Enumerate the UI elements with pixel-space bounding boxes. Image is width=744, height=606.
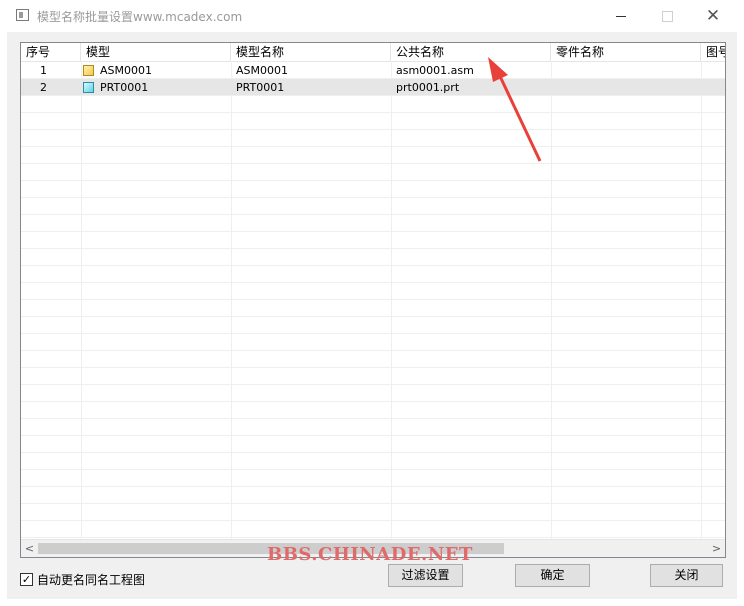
annotation-arrow xyxy=(488,57,542,162)
arrow-head xyxy=(488,57,508,82)
arrow-shaft xyxy=(496,71,542,162)
